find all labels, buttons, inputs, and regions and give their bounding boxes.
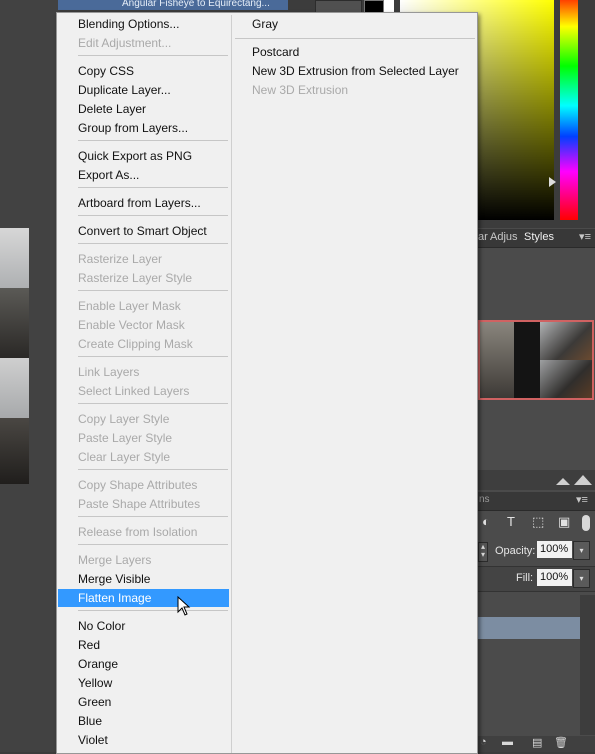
menu-item-convert-smart-object[interactable]: Convert to Smart Object — [58, 222, 229, 240]
canvas-image-preview — [0, 228, 29, 484]
menu-separator — [78, 290, 228, 291]
layers-scrollbar[interactable] — [580, 595, 595, 735]
menu-item-group-from-layers[interactable]: Group from Layers... — [58, 119, 229, 137]
menu-item-duplicate-layer[interactable]: Duplicate Layer... — [58, 81, 229, 99]
menu-item-color-green[interactable]: Green — [58, 693, 229, 711]
menu-separator — [78, 516, 228, 517]
panel-menu-icon[interactable]: ▾≡ — [579, 230, 591, 243]
adjustment-layer-icon[interactable]: ◔ — [480, 736, 487, 748]
menu-item-quick-export-png[interactable]: Quick Export as PNG — [58, 147, 229, 165]
menu-item-rasterize-layer: Rasterize Layer — [78, 252, 163, 266]
menu-separator — [78, 140, 228, 141]
menu-item-link-layers: Link Layers — [78, 365, 140, 379]
adjustment-filter-icon[interactable]: ◐ — [482, 514, 490, 529]
filter-menu-item-label: Angular Fisheye to Equirectang... — [122, 0, 270, 9]
layers-bottom-toolbar: ◔ ▬ ▤ 🗑 — [478, 736, 595, 752]
menu-separator — [78, 469, 228, 470]
menu-item-copy-shape-attributes: Copy Shape Attributes — [78, 478, 198, 492]
layers-panel-menu-icon[interactable]: ▾≡ — [576, 493, 588, 506]
menu-column-divider — [231, 15, 232, 753]
tab-color[interactable]: ar — [478, 231, 488, 243]
hue-slider-handle[interactable] — [549, 177, 556, 187]
menu-item-paste-layer-style: Paste Layer Style — [78, 431, 173, 445]
menu-item-postcard[interactable]: Postcard — [234, 43, 470, 61]
menu-separator — [78, 187, 228, 188]
menu-item-copy-css[interactable]: Copy CSS — [58, 62, 229, 80]
menu-item-select-linked-layers: Select Linked Layers — [78, 384, 190, 398]
fill-dropdown-button[interactable]: ▾ — [573, 569, 590, 588]
opacity-dropdown-button[interactable]: ▾ — [573, 541, 590, 560]
layer-thumbnail-selected[interactable] — [478, 320, 594, 400]
panel-tab-bar: ar Adjus Styles ▾≡ — [478, 229, 595, 248]
type-filter-icon[interactable]: T — [507, 514, 515, 529]
menu-item-rasterize-layer-style: Rasterize Layer Style — [78, 271, 193, 285]
zoom-in-mountain-icon[interactable] — [574, 475, 592, 485]
menu-item-create-clipping-mask: Create Clipping Mask — [78, 337, 193, 351]
new-layer-icon[interactable]: ▤ — [532, 736, 542, 749]
blend-mode-dropdown-arrow[interactable]: ▴ ▾ — [478, 542, 488, 562]
menu-separator — [78, 356, 228, 357]
delete-layer-icon[interactable]: 🗑 — [554, 736, 568, 749]
fill-input[interactable]: 100% — [537, 569, 572, 586]
tab-adjustments[interactable]: Adjus — [490, 231, 518, 243]
menu-item-delete-layer[interactable]: Delete Layer — [58, 100, 229, 118]
menu-separator — [78, 243, 228, 244]
menu-item-color-none[interactable]: No Color — [58, 617, 229, 635]
menu-item-clear-layer-style: Clear Layer Style — [78, 450, 171, 464]
menu-item-3d-extrusion: New 3D Extrusion — [252, 83, 349, 97]
menu-item-color-gray[interactable]: Gray — [234, 15, 470, 33]
menu-item-merge-layers: Merge Layers — [78, 553, 152, 567]
tab-channels[interactable]: ns — [479, 494, 490, 505]
menu-item-enable-layer-mask: Enable Layer Mask — [78, 299, 181, 313]
menu-separator — [78, 215, 228, 216]
right-panel — [478, 228, 595, 752]
menu-item-flatten-image[interactable]: Flatten Image — [58, 589, 229, 607]
layer-context-menu: Blending Options... Edit Adjustment... C… — [56, 12, 478, 754]
menu-item-color-violet[interactable]: Violet — [58, 731, 229, 749]
menu-separator — [235, 38, 475, 39]
menu-item-enable-vector-mask: Enable Vector Mask — [78, 318, 185, 332]
menu-item-blending-options[interactable]: Blending Options... — [58, 15, 229, 33]
menu-separator — [78, 403, 228, 404]
menu-item-3d-extrusion-selected[interactable]: New 3D Extrusion from Selected Layer — [234, 62, 470, 80]
hue-slider[interactable] — [560, 0, 578, 220]
menu-item-release-from-isolation: Release from Isolation — [78, 525, 198, 539]
menu-item-color-blue[interactable]: Blue — [58, 712, 229, 730]
menu-item-color-orange[interactable]: Orange — [58, 655, 229, 673]
new-group-icon[interactable]: ▬ — [502, 736, 513, 748]
menu-item-edit-adjustment: Edit Adjustment... — [78, 36, 172, 50]
filter-toggle[interactable] — [582, 515, 590, 531]
opacity-input[interactable]: 100% — [537, 541, 572, 558]
tab-styles[interactable]: Styles — [524, 231, 554, 243]
fill-label: Fill: — [516, 572, 534, 584]
zoom-out-mountain-icon[interactable] — [556, 478, 570, 485]
menu-item-artboard-from-layers[interactable]: Artboard from Layers... — [58, 194, 229, 212]
smart-object-filter-icon[interactable]: ▣ — [558, 514, 570, 530]
menu-item-copy-layer-style: Copy Layer Style — [78, 412, 170, 426]
menu-separator — [78, 610, 228, 611]
shape-filter-icon[interactable]: ⬚ — [532, 514, 544, 530]
menu-item-paste-shape-attributes: Paste Shape Attributes — [78, 497, 201, 511]
layer-filter-toolbar: ◐ T ⬚ ▣ — [478, 512, 595, 534]
menu-item-export-as[interactable]: Export As... — [58, 166, 229, 184]
mouse-cursor-icon — [177, 596, 191, 616]
menu-item-color-yellow[interactable]: Yellow — [58, 674, 229, 692]
menu-item-merge-visible[interactable]: Merge Visible — [58, 570, 229, 588]
menu-separator — [78, 55, 228, 56]
layer-row-selected[interactable] — [478, 617, 580, 639]
menu-separator — [78, 544, 228, 545]
menu-item-color-red[interactable]: Red — [58, 636, 229, 654]
opacity-label: Opacity: — [495, 545, 536, 557]
